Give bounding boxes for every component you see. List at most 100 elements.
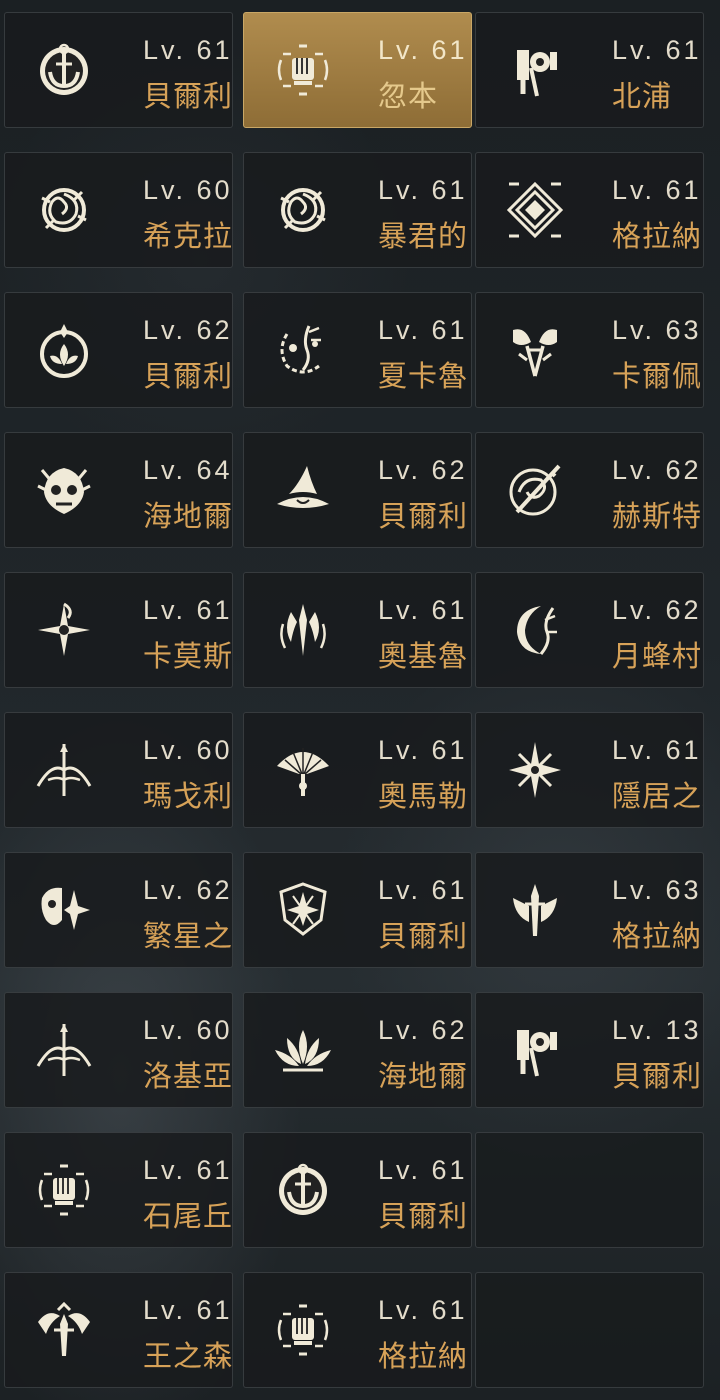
character-slot[interactable]: Lv. 62 月蜂村莊 bbox=[475, 572, 704, 688]
character-slot[interactable]: Lv. 64 海地爾 bbox=[4, 432, 233, 548]
character-level: Lv. 61 bbox=[143, 1295, 233, 1325]
character-level: Lv. 60 bbox=[143, 735, 233, 765]
character-level: Lv. 62 bbox=[143, 315, 233, 345]
character-level: Lv. 60 bbox=[143, 1015, 233, 1045]
character-slot[interactable]: Lv. 60 瑪戈利 bbox=[4, 712, 233, 828]
bow-icon bbox=[31, 737, 97, 803]
character-level: Lv. 61 bbox=[378, 1155, 468, 1185]
character-name: 王之森 bbox=[143, 1341, 233, 1373]
character-level: Lv. 60 bbox=[143, 175, 233, 205]
character-name: 格拉納 bbox=[378, 1341, 469, 1373]
rose-icon bbox=[31, 177, 97, 243]
crowned-sword-icon bbox=[31, 1297, 97, 1363]
character-name: 月蜂村莊 bbox=[612, 641, 703, 673]
fist-emblem-icon bbox=[270, 37, 336, 103]
character-name: 貝爾利 bbox=[378, 921, 469, 953]
character-name: 卡爾佩烏 bbox=[612, 361, 703, 393]
character-name: 貝爾利 bbox=[378, 1201, 469, 1233]
bow-icon bbox=[31, 1017, 97, 1083]
character-name: 赫斯特里 bbox=[612, 501, 703, 533]
character-name: 貝爾利 bbox=[143, 81, 233, 113]
shield-star-icon bbox=[270, 877, 336, 943]
character-name: 貝爾利 bbox=[378, 501, 469, 533]
character-slot[interactable]: Lv. 61 夏卡魯 bbox=[243, 292, 472, 408]
character-slot[interactable]: Lv. 61 隱居之森 bbox=[475, 712, 704, 828]
fan-icon bbox=[270, 737, 336, 803]
flame-spear-icon bbox=[270, 597, 336, 663]
character-slot[interactable]: Lv. 61 貝爾利 bbox=[243, 852, 472, 968]
swirl-sword-icon bbox=[502, 457, 568, 523]
empty-character-slot[interactable] bbox=[475, 1272, 704, 1388]
character-name: 奧基魯 bbox=[378, 641, 469, 673]
character-slot[interactable]: Lv. 61 石尾丘 bbox=[4, 1132, 233, 1248]
empty-character-slot[interactable] bbox=[475, 1132, 704, 1248]
character-name: 格拉納 bbox=[612, 921, 703, 953]
character-name: 北浦 bbox=[612, 81, 673, 113]
demon-skull-icon bbox=[31, 457, 97, 523]
anchor-moon-icon bbox=[270, 1157, 336, 1223]
character-slot[interactable]: Lv. 60 希克拉 bbox=[4, 152, 233, 268]
character-name: 繁星之 bbox=[143, 921, 233, 953]
lotus-circle-icon bbox=[31, 317, 97, 383]
character-slot[interactable]: Lv. 13 貝爾利亞 bbox=[475, 992, 704, 1108]
winged-sword-icon bbox=[502, 877, 568, 943]
character-level: Lv. 61 bbox=[378, 175, 468, 205]
character-name: 隱居之森 bbox=[612, 781, 703, 813]
character-slot[interactable]: Lv. 62 繁星之 bbox=[4, 852, 233, 968]
character-slot[interactable]: Lv. 61 王之森 bbox=[4, 1272, 233, 1388]
character-level: Lv. 63 bbox=[612, 315, 702, 345]
character-level: Lv. 61 bbox=[378, 735, 468, 765]
character-level: Lv. 61 bbox=[378, 1295, 468, 1325]
character-slot[interactable]: Lv. 62 赫斯特里 bbox=[475, 432, 704, 548]
diamond-emblem-icon bbox=[502, 177, 568, 243]
character-slot[interactable]: Lv. 63 格拉納 bbox=[475, 852, 704, 968]
character-slot[interactable]: Lv. 60 洛基亞 bbox=[4, 992, 233, 1108]
character-slot[interactable]: Lv. 61 格拉納 bbox=[475, 152, 704, 268]
lotus-icon bbox=[270, 1017, 336, 1083]
character-level: Lv. 62 bbox=[143, 875, 233, 905]
character-level: Lv. 62 bbox=[612, 595, 702, 625]
character-level: Lv. 61 bbox=[378, 315, 468, 345]
character-name: 卡莫斯 bbox=[143, 641, 233, 673]
character-name: 希克拉 bbox=[143, 221, 233, 253]
character-name: 海地爾 bbox=[143, 501, 233, 533]
character-level: Lv. 63 bbox=[612, 875, 702, 905]
character-level: Lv. 61 bbox=[612, 175, 702, 205]
character-name: 洛基亞 bbox=[143, 1061, 233, 1093]
character-level: Lv. 62 bbox=[378, 1015, 468, 1045]
character-level: Lv. 61 bbox=[612, 35, 702, 65]
moon-branch-icon bbox=[502, 597, 568, 663]
character-slot[interactable]: Lv. 61 奧基魯 bbox=[243, 572, 472, 688]
character-name: 貝爾利亞 bbox=[612, 1061, 703, 1093]
character-level: Lv. 62 bbox=[378, 455, 468, 485]
axe-banner-icon bbox=[502, 37, 568, 103]
character-name: 貝爾利 bbox=[143, 361, 233, 393]
fist-emblem-icon bbox=[270, 1297, 336, 1363]
butterfly-axes-icon bbox=[502, 317, 568, 383]
character-slot[interactable]: Lv. 61 北浦 bbox=[475, 12, 704, 128]
character-level: Lv. 64 bbox=[143, 455, 233, 485]
character-slot[interactable]: Lv. 61 貝爾利 bbox=[4, 12, 233, 128]
character-name: 忽本 bbox=[378, 81, 439, 113]
character-level: Lv. 61 bbox=[378, 875, 468, 905]
character-slot[interactable]: Lv. 61 格拉納 bbox=[243, 1272, 472, 1388]
character-slot[interactable]: Lv. 62 貝爾利 bbox=[243, 432, 472, 548]
character-slot[interactable]: Lv. 63 卡爾佩烏 bbox=[475, 292, 704, 408]
character-slot[interactable]: Lv. 62 貝爾利 bbox=[4, 292, 233, 408]
character-slot[interactable]: Lv. 61 忽本 bbox=[243, 12, 472, 128]
character-level: Lv. 61 bbox=[378, 35, 468, 65]
fist-emblem-icon bbox=[31, 1157, 97, 1223]
character-name: 海地爾 bbox=[378, 1061, 469, 1093]
character-level: Lv. 62 bbox=[612, 455, 702, 485]
character-slot[interactable]: Lv. 61 奧馬勒 bbox=[243, 712, 472, 828]
character-slot[interactable]: Lv. 62 海地爾 bbox=[243, 992, 472, 1108]
character-level: Lv. 61 bbox=[143, 35, 233, 65]
character-slot[interactable]: Lv. 61 卡莫斯 bbox=[4, 572, 233, 688]
character-slot[interactable]: Lv. 61 暴君的 bbox=[243, 152, 472, 268]
character-level: Lv. 61 bbox=[143, 595, 233, 625]
character-name: 夏卡魯 bbox=[378, 361, 469, 393]
rose-icon bbox=[270, 177, 336, 243]
character-slot[interactable]: Lv. 61 貝爾利 bbox=[243, 1132, 472, 1248]
character-name: 奧馬勒 bbox=[378, 781, 469, 813]
character-level: Lv. 13 bbox=[612, 1015, 702, 1045]
